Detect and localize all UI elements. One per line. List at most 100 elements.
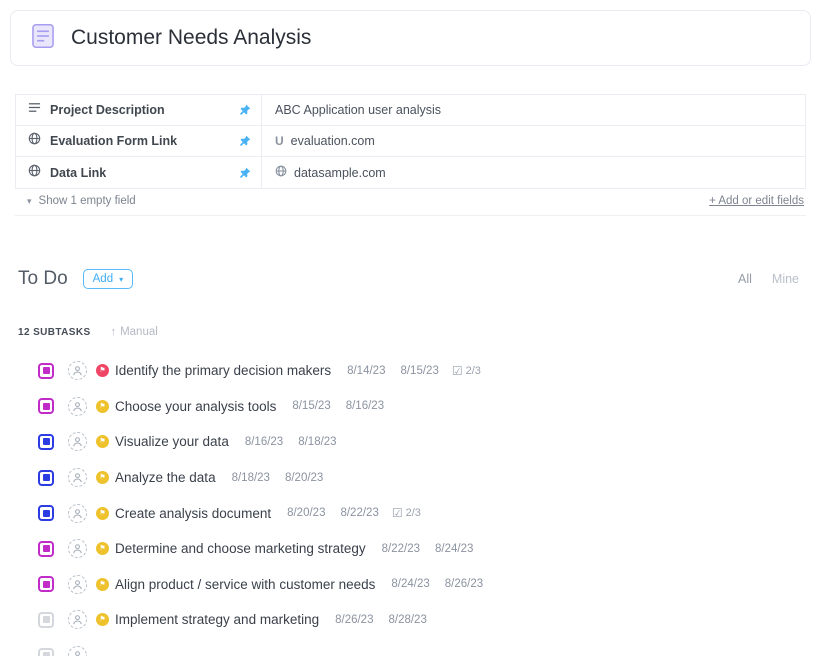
todo-section-header: To Do Add ▾ All Mine xyxy=(18,268,799,290)
task-due-date[interactable]: 8/20/23 xyxy=(285,472,323,484)
task-status-checkbox[interactable] xyxy=(38,398,54,414)
checklist-checkbox-icon: ☑ xyxy=(392,506,403,520)
assignee-avatar-placeholder[interactable] xyxy=(68,397,87,416)
field-label-cell[interactable]: Data Link xyxy=(16,157,262,188)
task-row[interactable]: ⚑ ☑ xyxy=(0,638,821,656)
field-value-cell[interactable]: U evaluation.com xyxy=(262,126,805,156)
task-start-date[interactable]: 8/18/23 xyxy=(232,472,270,484)
task-list: ⚑ Identify the primary decision makers 8… xyxy=(0,353,821,656)
todo-section-title: To Do xyxy=(18,268,68,290)
task-row[interactable]: ⚑ Implement strategy and marketing 8/26/… xyxy=(0,602,821,638)
assignee-avatar-placeholder[interactable] xyxy=(68,504,87,523)
page-title[interactable]: Customer Needs Analysis xyxy=(71,26,311,50)
task-row[interactable]: ⚑ Analyze the data 8/18/23 8/20/23 ☑ xyxy=(0,460,821,496)
task-name[interactable]: Choose your analysis tools xyxy=(115,399,276,414)
task-name[interactable]: Align product / service with customer ne… xyxy=(115,577,375,592)
task-row[interactable]: ⚑ Visualize your data 8/16/23 8/18/23 ☑ xyxy=(0,424,821,460)
task-row[interactable]: ⚑ Identify the primary decision makers 8… xyxy=(0,353,821,389)
priority-flag-icon[interactable]: ⚑ xyxy=(96,400,109,413)
assignee-avatar-placeholder[interactable] xyxy=(68,610,87,629)
task-status-checkbox[interactable] xyxy=(38,541,54,557)
task-start-date[interactable]: 8/24/23 xyxy=(391,578,429,590)
pin-icon[interactable] xyxy=(239,104,251,116)
sort-label: Manual xyxy=(120,326,158,338)
task-start-date[interactable]: 8/20/23 xyxy=(287,507,325,519)
priority-flag-icon[interactable]: ⚑ xyxy=(96,435,109,448)
task-status-fill xyxy=(43,545,50,552)
assignee-avatar-placeholder[interactable] xyxy=(68,468,87,487)
task-status-checkbox[interactable] xyxy=(38,648,54,656)
priority-flag-icon[interactable]: ⚑ xyxy=(96,613,109,626)
task-due-date[interactable]: 8/15/23 xyxy=(400,365,438,377)
task-name[interactable]: Implement strategy and marketing xyxy=(115,612,319,627)
task-name[interactable]: Visualize your data xyxy=(115,434,229,449)
subtasks-bar: 12 SUBTASKS ↑ Manual xyxy=(18,326,821,338)
field-label: Evaluation Form Link xyxy=(50,134,177,148)
checklist-badge: ☑ 2/3 xyxy=(392,506,421,520)
task-status-checkbox[interactable] xyxy=(38,612,54,628)
assignee-avatar-placeholder[interactable] xyxy=(68,646,87,656)
person-icon xyxy=(72,365,83,376)
task-due-date[interactable]: 8/22/23 xyxy=(340,507,378,519)
task-row[interactable]: ⚑ Align product / service with customer … xyxy=(0,567,821,603)
field-value: evaluation.com xyxy=(291,134,375,148)
assignee-avatar-placeholder[interactable] xyxy=(68,361,87,380)
assignee-filters: All Mine xyxy=(738,272,799,286)
assignee-avatar-placeholder[interactable] xyxy=(68,575,87,594)
page-header: Customer Needs Analysis xyxy=(10,10,811,66)
field-value-cell[interactable]: ABC Application user analysis xyxy=(262,95,805,125)
fields-table: Project Description ABC Application user… xyxy=(15,94,806,189)
field-label-cell[interactable]: Evaluation Form Link xyxy=(16,126,262,156)
field-label-cell[interactable]: Project Description xyxy=(16,95,262,125)
task-due-date[interactable]: 8/24/23 xyxy=(435,543,473,555)
sort-manual-button[interactable]: ↑ Manual xyxy=(111,326,158,338)
show-empty-fields-toggle[interactable]: ▾ Show 1 empty field xyxy=(27,195,136,207)
task-status-fill xyxy=(43,367,50,374)
task-name[interactable]: Create analysis document xyxy=(115,506,271,521)
task-status-checkbox[interactable] xyxy=(38,470,54,486)
checklist-count: 2/3 xyxy=(466,365,481,377)
checklist-badge: ☑ 2/3 xyxy=(452,364,481,378)
task-name[interactable]: Analyze the data xyxy=(115,470,216,485)
task-start-date[interactable]: 8/16/23 xyxy=(245,436,283,448)
priority-flag-icon[interactable]: ⚑ xyxy=(96,507,109,520)
pin-icon[interactable] xyxy=(239,135,251,147)
filter-mine[interactable]: Mine xyxy=(772,272,799,286)
task-name[interactable]: Determine and choose marketing strategy xyxy=(115,541,366,556)
add-task-button[interactable]: Add ▾ xyxy=(83,269,133,289)
priority-flag-icon[interactable]: ⚑ xyxy=(96,364,109,377)
task-start-date[interactable]: 8/22/23 xyxy=(382,543,420,555)
checklist-count: 2/3 xyxy=(406,507,421,519)
task-start-date[interactable]: 8/14/23 xyxy=(347,365,385,377)
person-icon xyxy=(72,543,83,554)
priority-flag-icon[interactable]: ⚑ xyxy=(96,542,109,555)
task-status-checkbox[interactable] xyxy=(38,434,54,450)
task-status-checkbox[interactable] xyxy=(38,363,54,379)
priority-flag-icon[interactable]: ⚑ xyxy=(96,578,109,591)
add-task-label: Add xyxy=(93,273,113,285)
pin-icon[interactable] xyxy=(239,167,251,179)
assignee-avatar-placeholder[interactable] xyxy=(68,432,87,451)
filter-all[interactable]: All xyxy=(738,272,752,286)
task-status-fill xyxy=(43,581,50,588)
task-start-date[interactable]: 8/15/23 xyxy=(292,400,330,412)
priority-flag-icon[interactable]: ⚑ xyxy=(96,471,109,484)
add-or-edit-fields-link[interactable]: + Add or edit fields xyxy=(709,195,804,207)
task-status-checkbox[interactable] xyxy=(38,505,54,521)
field-value-cell[interactable]: datasample.com xyxy=(262,157,805,188)
task-row[interactable]: ⚑ Determine and choose marketing strateg… xyxy=(0,531,821,567)
task-due-date[interactable]: 8/18/23 xyxy=(298,436,336,448)
task-due-date[interactable]: 8/26/23 xyxy=(445,578,483,590)
task-row[interactable]: ⚑ Choose your analysis tools 8/15/23 8/1… xyxy=(0,389,821,425)
task-row[interactable]: ⚑ Create analysis document 8/20/23 8/22/… xyxy=(0,495,821,531)
task-name[interactable]: Identify the primary decision makers xyxy=(115,363,331,378)
task-due-date[interactable]: 8/28/23 xyxy=(388,614,426,626)
caret-down-icon: ▾ xyxy=(119,275,123,284)
task-start-date[interactable]: 8/26/23 xyxy=(335,614,373,626)
task-due-date[interactable]: 8/16/23 xyxy=(346,400,384,412)
show-empty-fields-label: Show 1 empty field xyxy=(39,195,136,207)
task-status-fill xyxy=(43,652,50,656)
assignee-avatar-placeholder[interactable] xyxy=(68,539,87,558)
task-status-checkbox[interactable] xyxy=(38,576,54,592)
person-icon xyxy=(72,508,83,519)
